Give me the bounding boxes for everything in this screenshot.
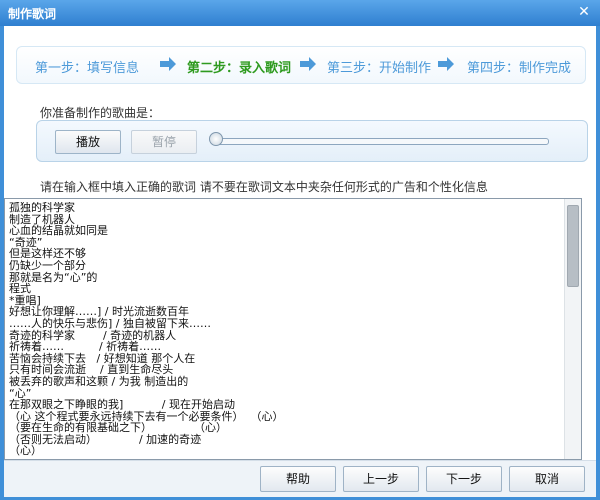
step-4: 第四步：制作完成 bbox=[467, 61, 572, 76]
arrow-right-icon bbox=[437, 56, 455, 72]
step-3: 第三步：开始制作 bbox=[327, 61, 432, 76]
arrow-right-icon bbox=[299, 56, 317, 72]
progress-slider-thumb[interactable] bbox=[209, 132, 223, 146]
dialog-window: 制作歌词 ✕ 第一步：填写信息 第二步：录入歌词 第三步：开始制作 第四步：制作… bbox=[0, 0, 600, 500]
next-button[interactable]: 下一步 bbox=[426, 466, 502, 492]
window-title: 制作歌词 bbox=[8, 7, 57, 21]
song-label: 你准备制作的歌曲是： bbox=[40, 106, 161, 120]
help-button[interactable]: 帮助 bbox=[260, 466, 336, 492]
progress-slider-track[interactable] bbox=[213, 138, 549, 145]
lyrics-scrollbar[interactable] bbox=[564, 199, 581, 459]
arrow-right-icon bbox=[159, 56, 177, 72]
cancel-button[interactable]: 取消 bbox=[509, 466, 585, 492]
title-bar: 制作歌词 ✕ bbox=[0, 0, 600, 26]
player-panel: 播放 暂停 bbox=[36, 120, 588, 162]
lyrics-textarea[interactable]: 孤独的科学家 制造了机器人 心血的结晶就如同是 “奇迹” 但是这样还不够 仍缺少… bbox=[4, 198, 582, 460]
step-1: 第一步：填写信息 bbox=[35, 61, 140, 76]
pause-button[interactable]: 暂停 bbox=[131, 130, 197, 154]
lyrics-hint: 请在输入框中填入正确的歌词 请不要在歌词文本中夹杂任何形式的广告和个性化信息 bbox=[40, 180, 488, 194]
close-icon[interactable]: ✕ bbox=[576, 4, 592, 20]
prev-button[interactable]: 上一步 bbox=[343, 466, 419, 492]
scrollbar-thumb[interactable] bbox=[567, 205, 579, 287]
dialog-content: 第一步：填写信息 第二步：录入歌词 第三步：开始制作 第四步：制作完成 你准备制… bbox=[4, 26, 596, 497]
step-2: 第二步：录入歌词 bbox=[187, 61, 292, 76]
step-indicator: 第一步：填写信息 第二步：录入歌词 第三步：开始制作 第四步：制作完成 bbox=[16, 46, 586, 84]
lyrics-text[interactable]: 孤独的科学家 制造了机器人 心血的结晶就如同是 “奇迹” 但是这样还不够 仍缺少… bbox=[9, 202, 561, 456]
play-button[interactable]: 播放 bbox=[55, 130, 121, 154]
